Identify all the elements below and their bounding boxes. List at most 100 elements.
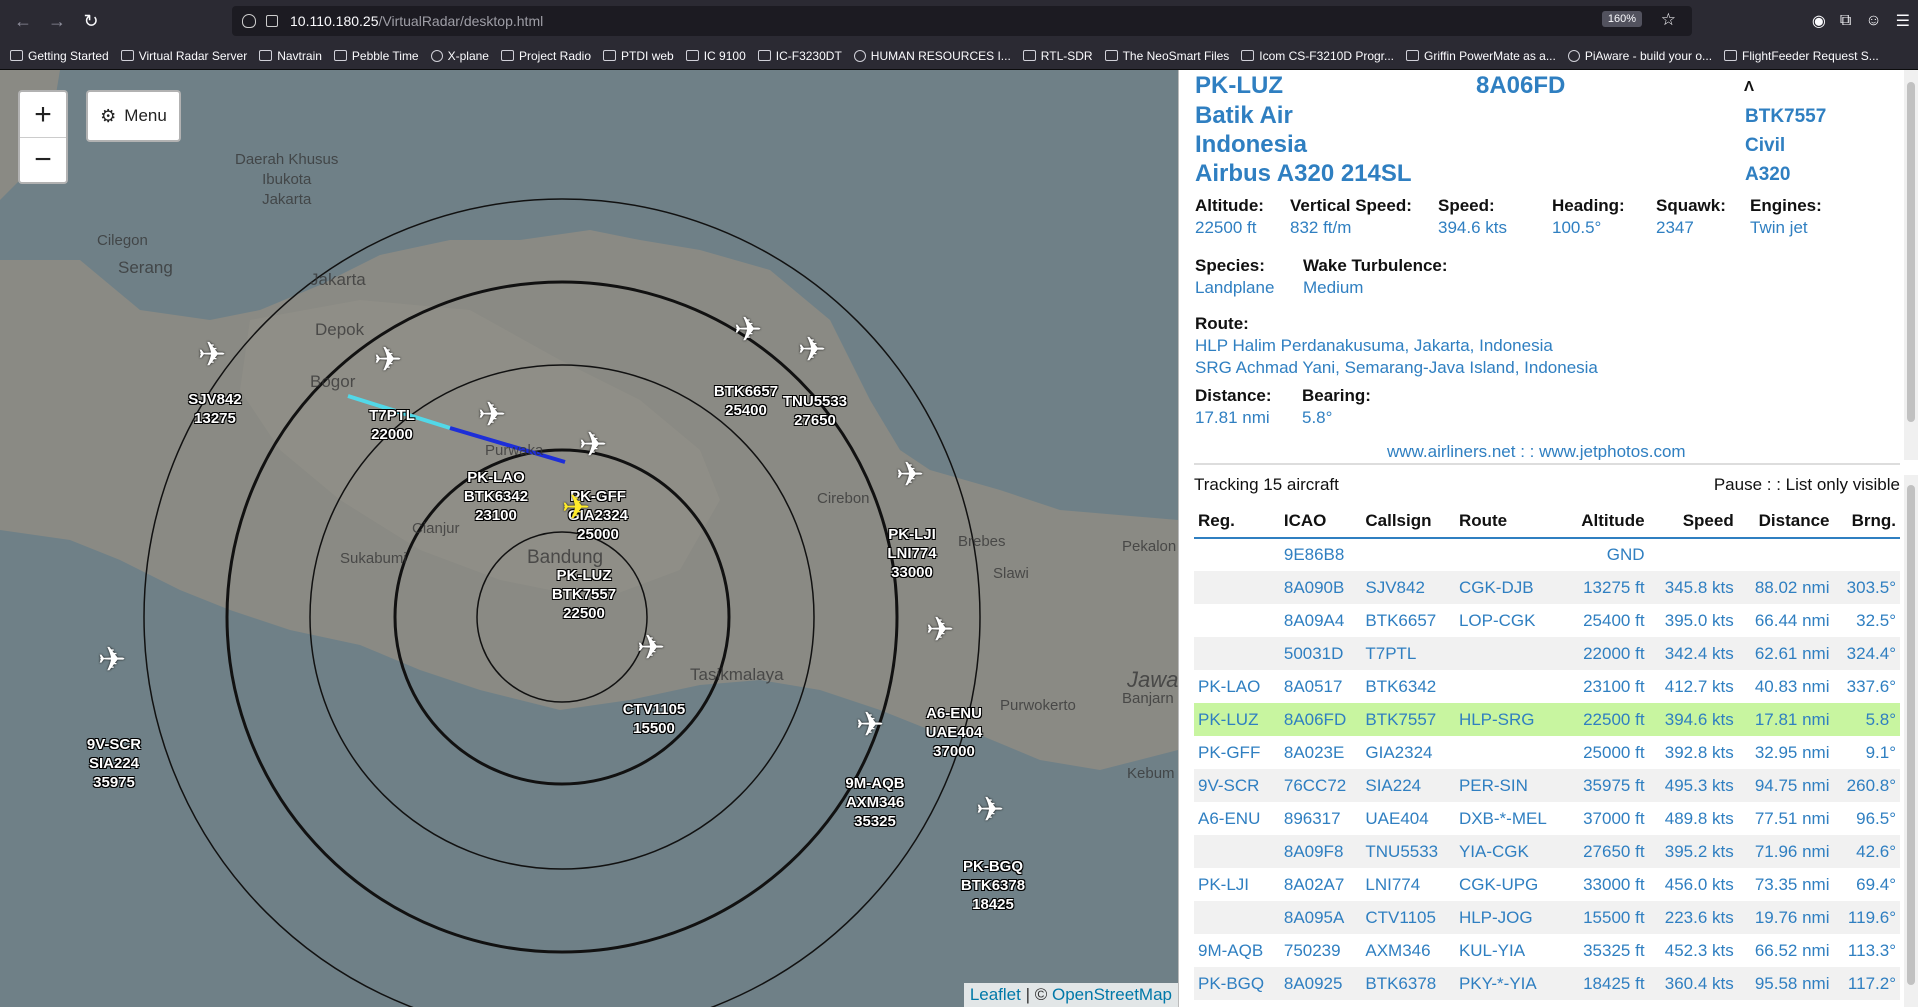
aircraft-label[interactable]: PK-LAO BTK6342 23100 — [446, 468, 546, 525]
aircraft-label[interactable]: TNU5533 27650 — [765, 392, 865, 430]
table-row[interactable]: PK-BGQ 8A0925 BTK6378 PKY-*-YIA 18425 ft 360.… — [1194, 967, 1900, 1000]
table-row[interactable]: PK-GFF 8A023E GIA2324 25000 ft 392.8 kts 32.9… — [1194, 736, 1900, 769]
aircraft-icon[interactable]: ✈ — [922, 612, 958, 648]
aircraft-icon[interactable]: ✈ — [558, 490, 594, 526]
aircraft-icon[interactable]: ✈ — [94, 642, 130, 678]
zoom-out-button[interactable]: − — [20, 137, 66, 182]
table-row[interactable]: 9E86B8 GND — [1194, 538, 1900, 571]
aircraft-label[interactable]: 9M-AQB AXM346 35325 — [825, 774, 925, 831]
shield-icon[interactable] — [242, 14, 256, 28]
aircraft-icon[interactable]: ✈ — [972, 792, 1008, 828]
column-header-distance[interactable]: Distance — [1737, 504, 1834, 539]
table-row[interactable]: 8A095A CTV1105 HLP-JOG 15500 ft 223.6 kts 19.… — [1194, 901, 1900, 934]
bookmark-item[interactable]: FlightFeeder Request S... — [1724, 49, 1879, 63]
map[interactable]: Daerah Khusus Ibukota Jakarta Cilegon Sera… — [0, 70, 1178, 1007]
list-scroll-thumb[interactable] — [1907, 485, 1915, 985]
bookmark-item[interactable]: Virtual Radar Server — [120, 49, 247, 63]
bookmark-item[interactable]: RTL-SDR — [1022, 49, 1093, 63]
aircraft-icon[interactable]: ✈ — [370, 342, 406, 378]
bookmark-item[interactable]: IC 9100 — [685, 49, 746, 63]
lock-icon[interactable] — [266, 15, 278, 27]
bookmark-item[interactable]: Project Radio — [500, 49, 591, 63]
table-row[interactable]: 50031D T7PTL 22000 ft 342.4 kts 62.61 nmi 324… — [1194, 637, 1900, 670]
detail-scrollbar[interactable] — [1904, 70, 1918, 460]
aircraft-label-line: SIA224 — [88, 755, 140, 772]
table-row[interactable]: 9V-SCR 76CC72 SIA224 PER-SIN 35975 ft 495.3 k… — [1194, 769, 1900, 802]
aircraft-icon[interactable]: ✈ — [892, 457, 928, 493]
wake-label: Wake Turbulence: — [1303, 256, 1448, 275]
table-row[interactable]: 8A09A4 BTK6657 LOP-CGK 25400 ft 395.0 kts 66.… — [1194, 604, 1900, 637]
aircraft-label[interactable]: PK-LUZ BTK7557 22500 — [534, 566, 634, 623]
column-header-reg[interactable]: Reg. — [1194, 504, 1280, 539]
column-header-icao[interactable]: ICAO — [1279, 504, 1362, 539]
zoom-badge[interactable]: 160% — [1601, 11, 1642, 27]
zoom-in-button[interactable]: + — [20, 92, 66, 137]
table-row[interactable]: PK-LAO 8A0517 BTK6342 23100 ft 412.7 kts 40.8… — [1194, 670, 1900, 703]
bookmark-label: Griffin PowerMate as a... — [1424, 48, 1556, 63]
detail-scroll-thumb[interactable] — [1907, 82, 1915, 422]
bookmark-item[interactable]: IC-F3230DT — [757, 49, 842, 63]
aircraft-label[interactable]: T7PTL 22000 — [342, 406, 442, 444]
column-header-route[interactable]: Route — [1454, 504, 1566, 539]
splitter[interactable] — [1194, 463, 1900, 465]
leaflet-link[interactable]: Leaflet — [970, 985, 1021, 1004]
reload-icon[interactable]: ↻ — [74, 4, 108, 38]
heading-value: 100.5° — [1552, 218, 1602, 237]
pocket-icon[interactable]: ◉ — [1812, 11, 1826, 31]
cell-icao: 8A06FD — [1279, 703, 1362, 736]
zoom-control: + − — [18, 90, 68, 184]
bookmark-label: PiAware - build your o... — [1584, 48, 1713, 63]
list-scrollbar[interactable] — [1904, 475, 1918, 1007]
back-icon[interactable]: ← — [6, 4, 40, 38]
bookmark-item[interactable]: Getting Started — [10, 49, 109, 63]
column-header-altitude[interactable]: Altitude — [1565, 504, 1649, 539]
extensions-icon[interactable]: ⧉ — [1840, 12, 1851, 30]
table-row[interactable]: 8A090B SJV842 CGK-DJB 13275 ft 345.8 kts 88.0… — [1194, 571, 1900, 604]
aircraft-icon[interactable]: ✈ — [794, 332, 830, 368]
bookmark-item[interactable]: Griffin PowerMate as a... — [1406, 49, 1556, 63]
aircraft-label[interactable]: A6-ENU UAE404 37000 — [904, 704, 1004, 761]
bookmark-item[interactable]: The NeoSmart Files — [1104, 49, 1229, 63]
hamburger-menu-icon[interactable]: ☰ — [1896, 11, 1910, 31]
bookmark-item[interactable]: HUMAN RESOURCES I... — [853, 49, 1011, 63]
altitude-label: Altitude: — [1195, 196, 1264, 215]
aircraft-label-line: 22000 — [371, 426, 413, 443]
bookmark-item[interactable]: PiAware - build your o... — [1567, 48, 1713, 63]
table-row[interactable]: PK-LUZ 8A06FD BTK7557 HLP-SRG 22500 ft 394.6 … — [1194, 703, 1900, 736]
aircraft-label[interactable]: 9V-SCR SIA224 35975 — [64, 735, 164, 792]
cell-reg: 9V-SCR — [1194, 769, 1280, 802]
bookmark-item[interactable]: X-plane — [430, 49, 489, 63]
aircraft-icon[interactable]: ✈ — [194, 337, 230, 373]
bookmark-item[interactable]: Pebble Time — [333, 48, 419, 63]
table-row[interactable]: 8A09F8 TNU5533 YIA-CGK 27650 ft 395.2 kts 71.… — [1194, 835, 1900, 868]
bookmark-label: Pebble Time — [351, 48, 419, 63]
aircraft-icon[interactable]: ✈ — [575, 427, 611, 463]
forward-icon[interactable]: → — [40, 4, 74, 38]
url-bar[interactable]: 10.110.180.25/VirtualRadar/desktop.html … — [232, 6, 1692, 36]
bookmark-item[interactable]: Icom CS-F3210D Progr... — [1241, 49, 1394, 63]
table-row[interactable]: A6-ENU 896317 UAE404 DXB-*-MEL 37000 ft 489.8… — [1194, 802, 1900, 835]
aircraft-label[interactable]: SJV842 13275 — [165, 390, 265, 428]
aircraft-icon[interactable]: ✈ — [730, 312, 766, 348]
aircraft-icon[interactable]: ✈ — [633, 630, 669, 666]
aircraft-label[interactable]: CTV1105 15500 — [604, 700, 704, 738]
list-controls[interactable]: Pause : : List only visible — [1714, 475, 1900, 495]
bookmark-item[interactable]: Navtrain — [259, 49, 322, 63]
aircraft-label[interactable]: PK-BGQ BTK6378 18425 — [943, 857, 1043, 914]
osm-link[interactable]: OpenStreetMap — [1052, 985, 1172, 1004]
aircraft-icon[interactable]: ✈ — [852, 707, 888, 743]
table-row[interactable]: 9M-AQB 750239 AXM346 KUL-YIA 35325 ft 452.3 k… — [1194, 934, 1900, 967]
menu-button[interactable]: ⚙ Menu — [86, 90, 181, 142]
aircraft-icon[interactable]: ✈ — [474, 397, 510, 433]
account-icon[interactable]: ☺ — [1865, 12, 1881, 30]
bookmark-item[interactable]: PTDI web — [603, 49, 674, 63]
star-icon[interactable]: ☆ — [1661, 10, 1676, 30]
column-header-callsign[interactable]: Callsign — [1361, 504, 1455, 539]
aircraft-label-line: 35325 — [854, 813, 896, 830]
table-row[interactable]: PK-LJI 8A02A7 LNI774 CGK-UPG 33000 ft 456.0 k… — [1194, 868, 1900, 901]
column-header-bearing[interactable]: Brng. — [1833, 504, 1900, 539]
photo-links[interactable]: www.airliners.net : : www.jetphotos.com — [1387, 442, 1686, 460]
aircraft-label[interactable]: PK-LJI LNI774 33000 — [862, 525, 962, 582]
cell-reg — [1194, 604, 1280, 637]
column-header-speed[interactable]: Speed — [1648, 504, 1738, 539]
